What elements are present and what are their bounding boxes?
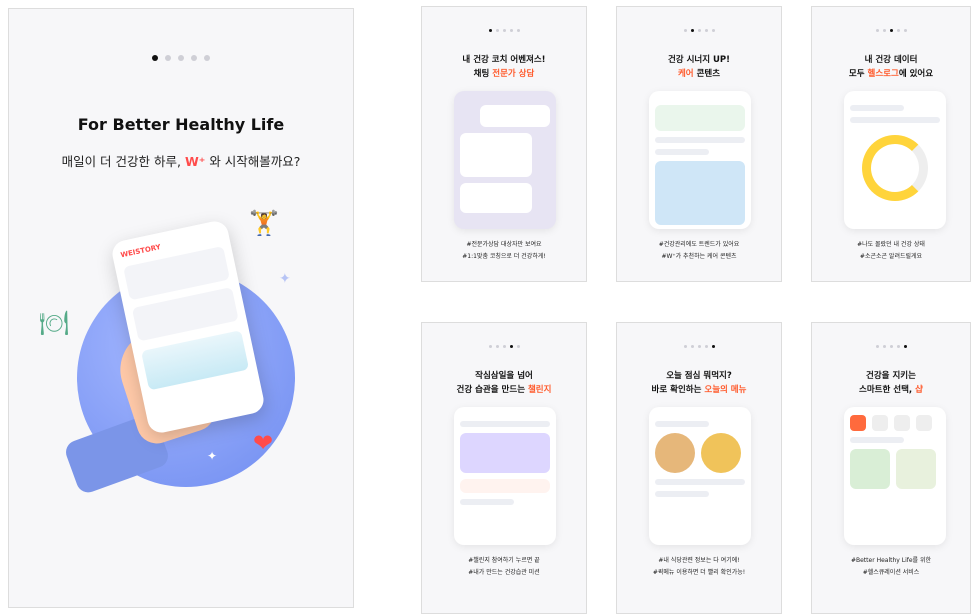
card-title-line1: 건강을 지키는 [866, 371, 916, 381]
card-caption-2: #퀵메뉴 이용하면 더 빨리 확인가능! [652, 569, 746, 576]
pager-dot-active [488, 29, 492, 32]
pager-dot[interactable] [191, 55, 197, 61]
pager-dot [882, 29, 886, 32]
pager-dot [896, 345, 900, 348]
brand-mark: W⁺ [184, 154, 206, 169]
pager-dot [875, 345, 879, 348]
feature-card-healthlog: 내 건강 데이터 모두 헬스로그에 있어요 #나도 몰랐던 내 건강 상태 #소… [811, 6, 971, 282]
pager-dot [516, 29, 520, 32]
pager-dot [711, 29, 715, 32]
pager-dots [617, 29, 781, 32]
card-caption-1: #내 식당관련 정보는 다 여기에! [658, 557, 740, 564]
pager-dot [502, 345, 506, 348]
pager-dot [889, 345, 893, 348]
pager-dot [704, 29, 708, 32]
card-caption-1: #챌린지 참여하기 누르면 끝 [468, 557, 540, 564]
card-title-line2: 채팅 전문가 상담 [473, 69, 535, 79]
card-caption-1: #건강관리에도 트렌드가 있어요 [658, 241, 740, 248]
card-title-line2: 스마트한 선택, 샵 [859, 385, 923, 395]
pager-dot [516, 345, 520, 348]
phone-mockup [454, 407, 556, 545]
card-caption-1: #나도 몰랐던 내 건강 상태 [857, 241, 925, 248]
pager-dots [9, 55, 353, 61]
sparkle-icon: ✦ [279, 271, 291, 287]
pager-dot-active[interactable] [152, 55, 158, 61]
feature-card-challenge: 작심삼일을 넘어 건강 습관을 만드는 챌린지 #챌린지 참여하기 누르면 끝 … [421, 322, 587, 614]
dumbbell-icon: 🏋 [249, 209, 279, 237]
pager-dot [495, 29, 499, 32]
pager-dot-active [889, 29, 893, 32]
pager-dot[interactable] [204, 55, 210, 61]
heart-icon: ❤ [253, 429, 274, 457]
card-caption-1: #전문가상담 대상자만 보여요 [466, 241, 542, 248]
card-caption-2: #1:1맞춤 코칭으로 더 건강하게! [462, 253, 546, 260]
pager-dot [896, 29, 900, 32]
pager-dot-active [903, 345, 907, 348]
pager-dot [509, 29, 513, 32]
pager-dot [683, 345, 687, 348]
phone-mockup [844, 91, 946, 229]
card-caption-2: #W⁺가 추천하는 케어 콘텐츠 [661, 253, 737, 260]
pager-dot [690, 345, 694, 348]
pager-dot-active [509, 345, 513, 348]
hero-panel: For Better Healthy Life 매일이 더 건강한 하루, W⁺… [8, 8, 354, 608]
card-title-line2: 건강 습관을 만드는 챌린지 [456, 385, 552, 395]
pager-dot [903, 29, 907, 32]
feature-card-care: 건강 시너지 UP! 케어 콘텐츠 #건강관리에도 트렌드가 있어요 #W⁺가 … [616, 6, 782, 282]
pager-dots [812, 29, 970, 32]
plate-fork-icon: 🍽 [39, 309, 70, 337]
phone-mockup [844, 407, 946, 545]
sparkle-icon: ✦ [207, 449, 218, 463]
card-title-line1: 건강 시너지 UP! [667, 55, 731, 65]
hero-subtitle: 매일이 더 건강한 하루, W⁺ 와 시작해볼까요? [9, 151, 353, 170]
card-title-line2: 모두 헬스로그에 있어요 [848, 69, 934, 79]
card-caption-2: #소곤소곤 알려드릴게요 [859, 253, 923, 260]
feature-card-shop: 건강을 지키는 스마트한 선택, 샵 #Better Healthy Life를… [811, 322, 971, 614]
pager-dots [422, 345, 586, 348]
phone-mockup [649, 91, 751, 229]
pager-dots [617, 345, 781, 348]
card-title-line2: 케어 콘텐츠 [677, 69, 721, 79]
pager-dot [488, 345, 492, 348]
pager-dot[interactable] [178, 55, 184, 61]
pager-dots [812, 345, 970, 348]
pager-dot [697, 29, 701, 32]
pager-dot-active [690, 29, 694, 32]
card-caption-2: #헬스큐레이션 서비스 [862, 569, 920, 576]
hero-subtitle-after: 와 시작해볼까요? [209, 154, 301, 169]
card-title-line1: 오늘 점심 뭐먹지? [666, 371, 732, 381]
hero-subtitle-before: 매일이 더 건강한 하루, [61, 154, 181, 169]
card-title-line1: 작심삼일을 넘어 [475, 371, 533, 381]
pager-dot-active [711, 345, 715, 348]
card-title-line1: 내 건강 데이터 [864, 55, 918, 65]
phone-mockup [649, 407, 751, 545]
hero-title: For Better Healthy Life [77, 115, 285, 134]
phone-graph [141, 330, 250, 391]
pager-dot [875, 29, 879, 32]
pager-dot [704, 345, 708, 348]
pager-dot [495, 345, 499, 348]
app-store-screenshots: For Better Healthy Life 매일이 더 건강한 하루, W⁺… [0, 0, 971, 614]
phone-mockup [454, 91, 556, 229]
pager-dot [683, 29, 687, 32]
pager-dot [502, 29, 506, 32]
card-caption-1: #Better Healthy Life를 위한 [850, 557, 932, 564]
pager-dot [882, 345, 886, 348]
pager-dot[interactable] [165, 55, 171, 61]
card-title-line2: 바로 확인하는 오늘의 메뉴 [651, 385, 747, 395]
card-caption-2: #내가 만드는 건강습관 미션 [468, 569, 540, 576]
feature-card-menu: 오늘 점심 뭐먹지? 바로 확인하는 오늘의 메뉴 #내 식당관련 정보는 다 … [616, 322, 782, 614]
pager-dot [697, 345, 701, 348]
pager-dots [422, 29, 586, 32]
card-title-line1: 내 건강 코치 어벤져스! [462, 55, 546, 65]
feature-card-chat: 내 건강 코치 어벤져스! 채팅 전문가 상담 #전문가상담 대상자만 보여요 … [421, 6, 587, 282]
